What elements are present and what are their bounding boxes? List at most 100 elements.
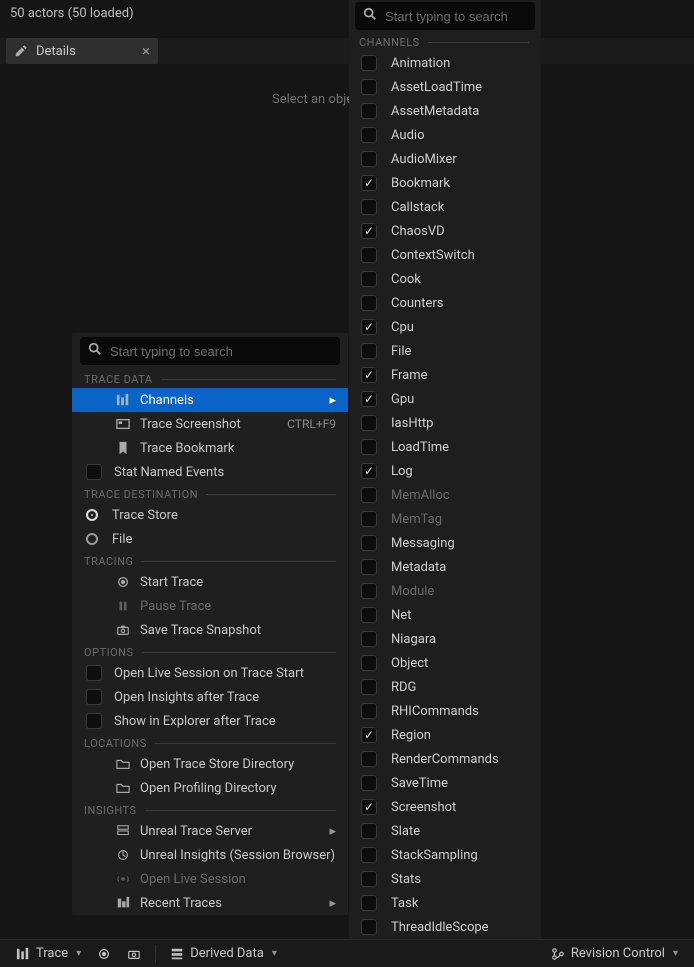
- dest-file[interactable]: File: [72, 527, 348, 551]
- checkbox[interactable]: [361, 871, 377, 887]
- channel-assetloadtime[interactable]: AssetLoadTime: [349, 75, 541, 99]
- checkbox[interactable]: [361, 847, 377, 863]
- loc-store-dir[interactable]: Open Trace Store Directory: [72, 752, 348, 776]
- channel-assetmetadata[interactable]: AssetMetadata: [349, 99, 541, 123]
- checkbox[interactable]: [86, 689, 102, 705]
- channel-object[interactable]: Object: [349, 651, 541, 675]
- checkbox[interactable]: [361, 343, 377, 359]
- checkbox[interactable]: [361, 655, 377, 671]
- trace-search-input[interactable]: [110, 344, 332, 359]
- dest-trace-store[interactable]: Trace Store: [72, 503, 348, 527]
- channel-rhicommands[interactable]: RHICommands: [349, 699, 541, 723]
- channel-gpu[interactable]: Gpu: [349, 387, 541, 411]
- checkbox[interactable]: [361, 559, 377, 575]
- sb-snapshot-button[interactable]: [121, 940, 147, 967]
- opt-show-explorer[interactable]: Show in Explorer after Trace: [72, 709, 348, 733]
- checkbox[interactable]: [361, 919, 377, 935]
- checkbox[interactable]: [361, 127, 377, 143]
- checkbox[interactable]: [361, 799, 377, 815]
- checkbox[interactable]: [361, 535, 377, 551]
- checkbox[interactable]: [361, 271, 377, 287]
- channel-messaging[interactable]: Messaging: [349, 531, 541, 555]
- channel-stats[interactable]: Stats: [349, 867, 541, 891]
- checkbox[interactable]: [361, 727, 377, 743]
- channel-niagara[interactable]: Niagara: [349, 627, 541, 651]
- checkbox[interactable]: [361, 751, 377, 767]
- channel-audiomixer[interactable]: AudioMixer: [349, 147, 541, 171]
- channel-net[interactable]: Net: [349, 603, 541, 627]
- checkbox[interactable]: [361, 415, 377, 431]
- channel-chaosvd[interactable]: ChaosVD: [349, 219, 541, 243]
- channel-stacksampling[interactable]: StackSampling: [349, 843, 541, 867]
- checkbox[interactable]: [361, 631, 377, 647]
- checkbox[interactable]: [361, 391, 377, 407]
- opt-open-insights[interactable]: Open Insights after Trace: [72, 685, 348, 709]
- channel-slate[interactable]: Slate: [349, 819, 541, 843]
- channel-region[interactable]: Region: [349, 723, 541, 747]
- radio[interactable]: [86, 509, 98, 521]
- checkbox[interactable]: [361, 823, 377, 839]
- sb-revision-control[interactable]: Revision Control ▾: [545, 940, 684, 967]
- channel-threadidlescope[interactable]: ThreadIdleScope: [349, 915, 541, 939]
- loc-profiling-dir[interactable]: Open Profiling Directory: [72, 776, 348, 800]
- trace-search[interactable]: [80, 337, 340, 365]
- channel-callstack[interactable]: Callstack: [349, 195, 541, 219]
- opt-open-live[interactable]: Open Live Session on Trace Start: [72, 661, 348, 685]
- checkbox[interactable]: [361, 895, 377, 911]
- tab-details[interactable]: Details ×: [6, 38, 158, 64]
- menu-trace-bookmark[interactable]: Trace Bookmark: [72, 436, 348, 460]
- channel-counters[interactable]: Counters: [349, 291, 541, 315]
- checkbox[interactable]: [361, 79, 377, 95]
- checkbox[interactable]: [361, 439, 377, 455]
- channel-log[interactable]: Log: [349, 459, 541, 483]
- ins-session-browser[interactable]: Unreal Insights (Session Browser): [72, 843, 348, 867]
- channel-file[interactable]: File: [349, 339, 541, 363]
- checkbox[interactable]: [361, 367, 377, 383]
- ins-server[interactable]: Unreal Trace Server ▸: [72, 819, 348, 843]
- close-icon[interactable]: ×: [142, 42, 150, 60]
- menu-start-trace[interactable]: Start Trace: [72, 570, 348, 594]
- menu-stat-named-events[interactable]: Stat Named Events: [72, 460, 348, 484]
- checkbox[interactable]: [361, 223, 377, 239]
- channel-animation[interactable]: Animation: [349, 51, 541, 75]
- checkbox[interactable]: [86, 665, 102, 681]
- channel-rendercommands[interactable]: RenderCommands: [349, 747, 541, 771]
- channel-audio[interactable]: Audio: [349, 123, 541, 147]
- checkbox[interactable]: [361, 703, 377, 719]
- sb-trace[interactable]: Trace ▾: [10, 940, 87, 967]
- sb-derived-data[interactable]: Derived Data ▾: [164, 940, 283, 967]
- channel-task[interactable]: Task: [349, 891, 541, 915]
- channel-cook[interactable]: Cook: [349, 267, 541, 291]
- channel-savetime[interactable]: SaveTime: [349, 771, 541, 795]
- checkbox[interactable]: [361, 463, 377, 479]
- ins-recent[interactable]: Recent Traces ▸: [72, 891, 348, 915]
- sb-record-button[interactable]: [91, 940, 117, 967]
- menu-trace-screenshot[interactable]: Trace Screenshot CTRL+F9: [72, 412, 348, 436]
- checkbox[interactable]: [361, 679, 377, 695]
- channels-search-input[interactable]: [385, 9, 527, 24]
- channel-contextswitch[interactable]: ContextSwitch: [349, 243, 541, 267]
- checkbox[interactable]: [361, 607, 377, 623]
- channel-frame[interactable]: Frame: [349, 363, 541, 387]
- checkbox[interactable]: [361, 175, 377, 191]
- channel-bookmark[interactable]: Bookmark: [349, 171, 541, 195]
- checkbox[interactable]: [361, 103, 377, 119]
- radio[interactable]: [86, 533, 98, 545]
- channel-screenshot[interactable]: Screenshot: [349, 795, 541, 819]
- channel-iashttp[interactable]: IasHttp: [349, 411, 541, 435]
- checkbox[interactable]: [361, 151, 377, 167]
- menu-channels[interactable]: Channels ▸: [72, 388, 348, 412]
- checkbox[interactable]: [361, 55, 377, 71]
- checkbox[interactable]: [361, 295, 377, 311]
- checkbox[interactable]: [86, 464, 102, 480]
- channel-rdg[interactable]: RDG: [349, 675, 541, 699]
- checkbox[interactable]: [86, 713, 102, 729]
- channel-metadata[interactable]: Metadata: [349, 555, 541, 579]
- checkbox[interactable]: [361, 247, 377, 263]
- channel-cpu[interactable]: Cpu: [349, 315, 541, 339]
- menu-save-snapshot[interactable]: Save Trace Snapshot: [72, 618, 348, 642]
- channels-search[interactable]: [355, 2, 535, 30]
- checkbox[interactable]: [361, 775, 377, 791]
- channel-loadtime[interactable]: LoadTime: [349, 435, 541, 459]
- checkbox[interactable]: [361, 199, 377, 215]
